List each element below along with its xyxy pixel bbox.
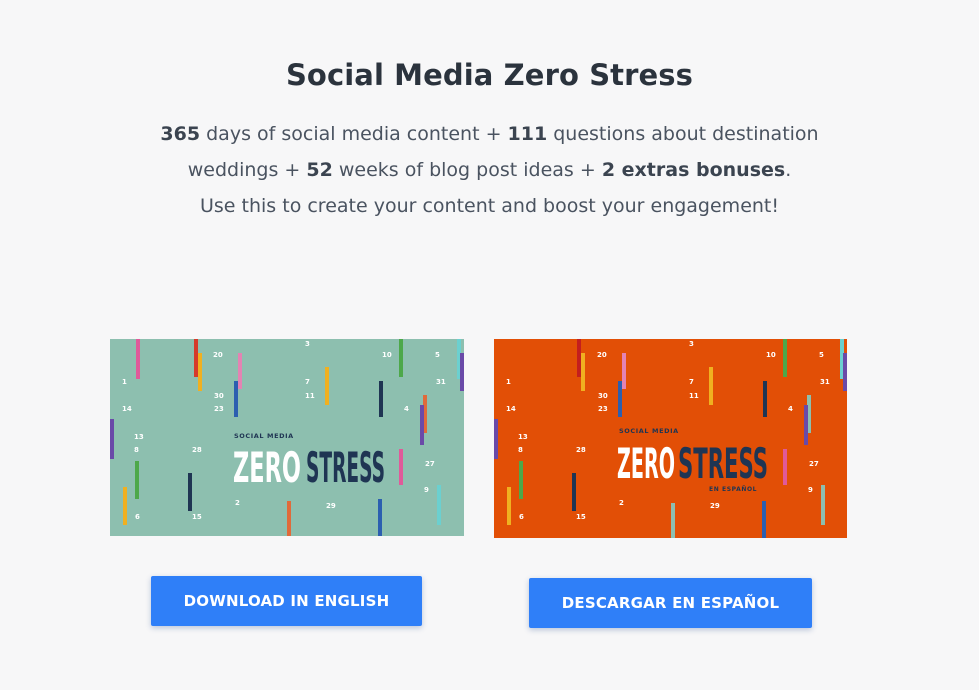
- banner-number: 30: [214, 392, 224, 400]
- banner-number: 13: [134, 433, 144, 441]
- banner-number: 3: [305, 340, 310, 348]
- banner-logo: SOCIAL MEDIA ZERO STRESS: [233, 432, 385, 492]
- description-text: .: [785, 159, 792, 181]
- description-highlight: 365: [160, 123, 201, 145]
- banner-number: 2: [619, 499, 624, 507]
- banner-number: 27: [809, 460, 819, 468]
- page-description: 365 days of social media content + 111 q…: [130, 116, 849, 224]
- download-spanish-button[interactable]: DESCARGAR EN ESPAÑOL: [529, 578, 812, 628]
- banner-stress-text: STRESS: [306, 443, 385, 492]
- banner-number: 23: [214, 405, 224, 413]
- banner-number: 10: [382, 351, 392, 359]
- banner-number: 5: [435, 351, 440, 359]
- banner-number: 15: [192, 513, 202, 521]
- banner-number: 14: [506, 405, 516, 413]
- english-banner-image: 20 3 10 5 1 7 31 30 11 14 23 4 13 8 28 2…: [110, 339, 464, 536]
- description-text: days of social media content +: [200, 123, 508, 145]
- banner-number: 10: [766, 351, 776, 359]
- description-line-2: weddings + 52 weeks of blog post ideas +…: [130, 152, 849, 188]
- banner-number: 4: [404, 405, 409, 413]
- banner-stress-text: STRESS: [678, 439, 768, 488]
- banner-number: 8: [134, 446, 139, 454]
- banner-small-title: SOCIAL MEDIA: [619, 427, 679, 435]
- description-highlight: 111: [507, 123, 548, 145]
- description-text: questions about destination: [547, 123, 819, 145]
- banner-number: 23: [598, 405, 608, 413]
- banner-number: 2: [235, 499, 240, 507]
- banner-number: 20: [213, 351, 223, 359]
- description-highlight: 2 extras bonuses: [601, 159, 786, 181]
- description-text: Use this to create your content and boos…: [200, 195, 779, 217]
- banner-number: 6: [519, 513, 524, 521]
- banner-number: 20: [597, 351, 607, 359]
- banner-number: 3: [689, 340, 694, 348]
- page-title: Social Media Zero Stress: [285, 58, 694, 92]
- banner-number: 9: [424, 486, 429, 494]
- banner-number: 9: [808, 486, 813, 494]
- banner-number: 14: [122, 405, 132, 413]
- description-highlight: 52: [306, 159, 333, 181]
- banner-number: 29: [710, 502, 720, 510]
- banner-zero-text: ZERO: [617, 439, 675, 488]
- banner-small-title: SOCIAL MEDIA: [234, 432, 294, 440]
- banner-number: 4: [788, 405, 793, 413]
- download-english-button[interactable]: DOWNLOAD IN ENGLISH: [151, 576, 422, 626]
- description-line-3: Use this to create your content and boos…: [130, 188, 849, 224]
- banner-number: 1: [506, 378, 511, 386]
- banner-number: 31: [436, 378, 446, 386]
- banner-number: 8: [518, 446, 523, 454]
- banner-number: 28: [192, 446, 202, 454]
- english-banner-artwork: 20 3 10 5 1 7 31 30 11 14 23 4 13 8 28 2…: [110, 339, 464, 536]
- banner-number: 28: [576, 446, 586, 454]
- banner-number: 1: [122, 378, 127, 386]
- banner-zero-text: ZERO: [233, 443, 301, 492]
- banner-number: 5: [819, 351, 824, 359]
- banner-number: 7: [689, 378, 694, 386]
- banner-number: 11: [305, 392, 315, 400]
- description-text: weddings +: [187, 159, 307, 181]
- banner-subtitle: EN ESPAÑOL: [709, 486, 757, 493]
- banner-number: 6: [135, 513, 140, 521]
- description-text: weeks of blog post ideas +: [332, 159, 602, 181]
- banner-number: 29: [326, 502, 336, 510]
- banner-number: 13: [518, 433, 528, 441]
- spanish-banner-image: 20 3 10 5 1 7 31 30 11 14 23 4 13 8 28 2…: [494, 339, 847, 538]
- banner-number: 31: [820, 378, 830, 386]
- description-line-1: 365 days of social media content + 111 q…: [130, 116, 849, 152]
- banner-logo: SOCIAL MEDIA ZERO STRESS EN ESPAÑOL: [617, 427, 768, 493]
- banner-number: 7: [305, 378, 310, 386]
- banner-number: 27: [425, 460, 435, 468]
- banner-number: 11: [689, 392, 699, 400]
- spanish-banner-artwork: 20 3 10 5 1 7 31 30 11 14 23 4 13 8 28 2…: [494, 339, 847, 538]
- banner-number: 30: [598, 392, 608, 400]
- banner-number: 15: [576, 513, 586, 521]
